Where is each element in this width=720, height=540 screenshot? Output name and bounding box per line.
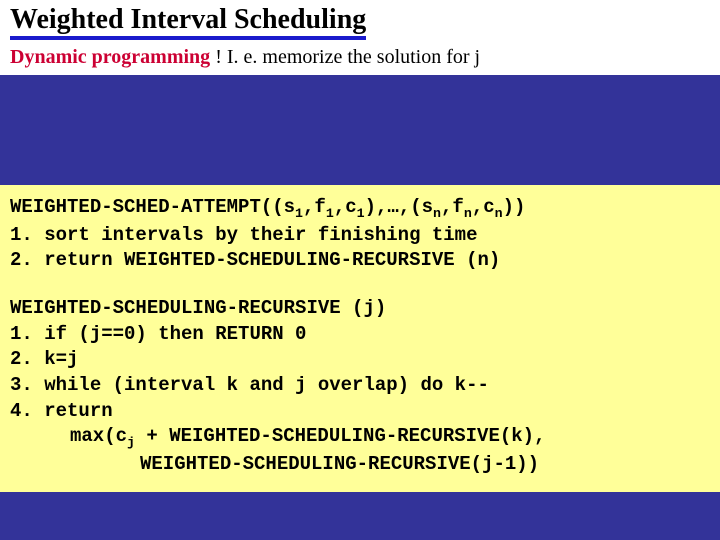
code-line: WEIGHTED-SCHEDULING-RECURSIVE(j-1)) (10, 452, 710, 478)
code-line: WEIGHTED-SCHED-ATTEMPT((s1,f1,c1),…,(sn,… (10, 195, 710, 223)
subtitle-highlight: Dynamic programming (10, 46, 210, 68)
spacer (0, 75, 720, 185)
code-line: 1. sort intervals by their finishing tim… (10, 223, 710, 249)
code-line: max(cj + WEIGHTED-SCHEDULING-RECURSIVE(k… (10, 424, 710, 452)
code-block-2: WEIGHTED-SCHEDULING-RECURSIVE (j) 1. if … (10, 296, 710, 478)
code-line: 3. while (interval k and j overlap) do k… (10, 373, 710, 399)
slide-header: Weighted Interval Scheduling Dynamic pro… (0, 0, 720, 75)
slide-title: Weighted Interval Scheduling (10, 4, 366, 40)
code-line: 2. k=j (10, 347, 710, 373)
code-block-1: WEIGHTED-SCHED-ATTEMPT((s1,f1,c1),…,(sn,… (10, 195, 710, 274)
slide-subtitle: Dynamic programming ! I. e. memorize the… (10, 46, 710, 69)
subtitle-rest: ! I. e. memorize the solution for j (210, 46, 480, 68)
code-line: 4. return (10, 399, 710, 425)
code-line: 1. if (j==0) then RETURN 0 (10, 322, 710, 348)
code-panel: WEIGHTED-SCHED-ATTEMPT((s1,f1,c1),…,(sn,… (0, 185, 720, 492)
code-line: WEIGHTED-SCHEDULING-RECURSIVE (j) (10, 296, 710, 322)
code-line: 2. return WEIGHTED-SCHEDULING-RECURSIVE … (10, 248, 710, 274)
